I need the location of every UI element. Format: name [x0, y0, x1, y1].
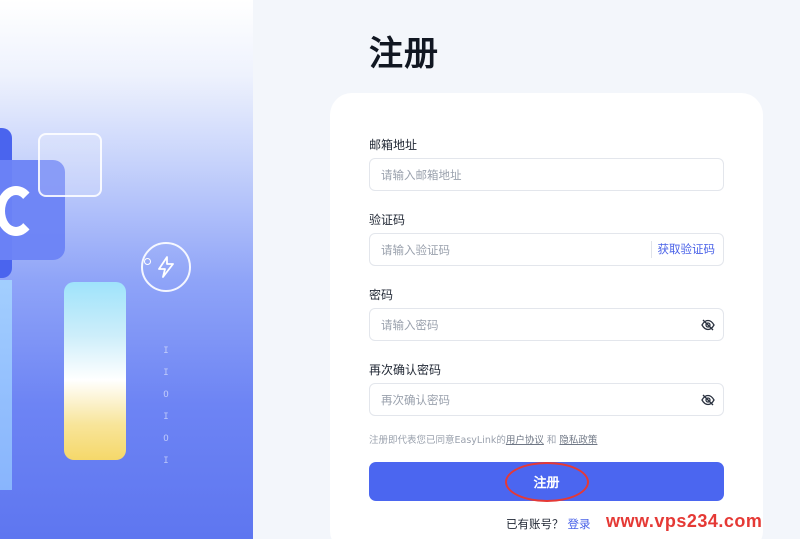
decorative-stripe [0, 280, 12, 490]
agreement-joiner: 和 [543, 435, 560, 446]
login-prompt: 已有账号？ 登录 [506, 516, 591, 532]
get-code-button[interactable]: 获取验证码 [650, 241, 724, 258]
confirm-password-field[interactable] [370, 384, 693, 415]
terms-link[interactable]: 用户协议 [506, 435, 544, 446]
eye-off-icon[interactable] [693, 394, 723, 406]
register-button[interactable]: 注册 [369, 462, 724, 501]
email-label: 邮箱地址 [369, 138, 418, 152]
confirm-password-label: 再次确认密码 [369, 363, 442, 377]
confirm-password-field-wrapper [369, 383, 724, 416]
code-field-wrapper: 获取验证码 [369, 233, 724, 266]
login-link[interactable]: 登录 [568, 517, 591, 531]
password-label: 密码 [369, 288, 394, 302]
decorative-glass-square [38, 133, 102, 197]
decorative-binary-column: IIOIOI [163, 346, 169, 466]
lightning-icon [141, 242, 191, 292]
watermark: www.vps234.com [606, 511, 763, 531]
agreement-prefix: 注册即代表您已同意EasyLink的 [369, 435, 506, 446]
code-label: 验证码 [369, 213, 406, 227]
page-title: 注册 [369, 34, 439, 74]
code-field[interactable] [370, 234, 651, 265]
eye-off-icon[interactable] [693, 319, 723, 331]
password-field[interactable] [370, 309, 693, 340]
password-field-wrapper [369, 308, 724, 341]
privacy-link[interactable]: 隐私政策 [559, 435, 597, 446]
hero-illustration: IIOIOI [0, 0, 253, 539]
login-prompt-text: 已有账号？ [506, 517, 564, 531]
decorative-gradient-bar [64, 282, 126, 460]
email-field-wrapper [369, 158, 724, 191]
register-form: 邮箱地址 验证码 获取验证码 密码 再次确认密码 注册即代表您已同意EasyLi… [330, 93, 763, 539]
email-field[interactable] [370, 159, 723, 190]
agreement-text: 注册即代表您已同意EasyLink的用户协议 和 隐私政策 [369, 432, 597, 446]
